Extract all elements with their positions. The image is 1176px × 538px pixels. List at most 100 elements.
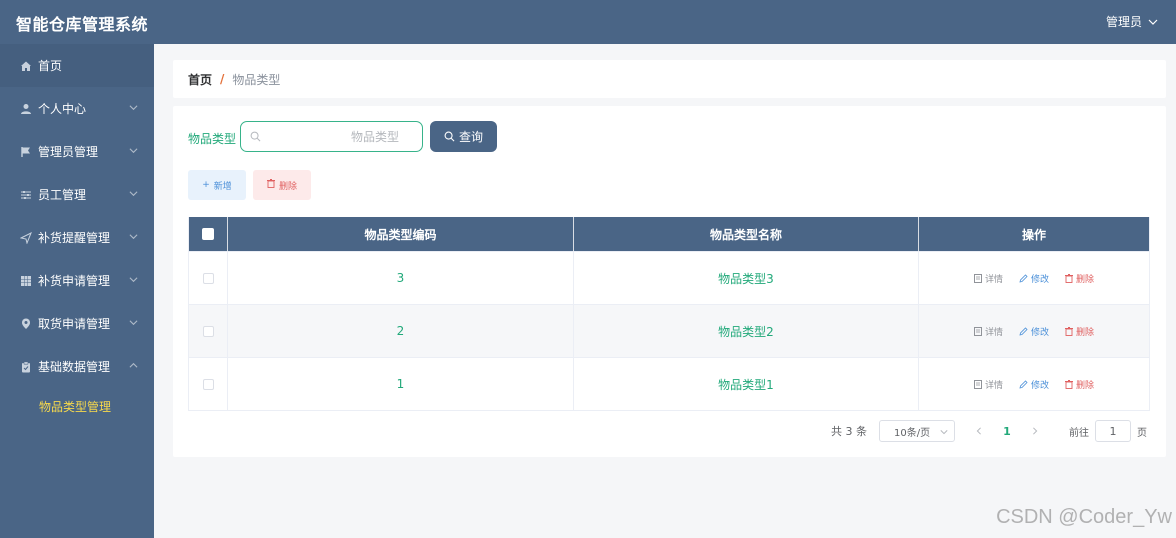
detail-button[interactable]: 详情 [973, 325, 1003, 338]
row-checkbox[interactable] [202, 272, 214, 284]
delete-button[interactable]: 删除 [1065, 272, 1094, 285]
detail-label: 详情 [984, 274, 1003, 285]
trash-icon [1065, 379, 1073, 389]
breadcrumb: 首页 / 物品类型 [173, 60, 1166, 98]
send-icon [20, 231, 32, 244]
page-size-select[interactable]: 10条/页 [879, 420, 955, 442]
table-row: 1 物品类型1 详情 修改 删除 [189, 357, 1149, 410]
sidebar-item-label: 补货提醒管理 [38, 231, 111, 245]
batch-delete-button[interactable]: 删除 [253, 170, 311, 200]
table-row: 2 物品类型2 详情 修改 删除 [189, 304, 1149, 357]
chevron-down-icon [129, 320, 138, 326]
row-checkbox[interactable] [202, 325, 214, 337]
app-title: 智能仓库管理系统 [16, 15, 149, 34]
cell-name: 物品类型2 [574, 305, 919, 357]
sidebar-item-profile[interactable]: 个人中心 [0, 87, 154, 130]
sliders-icon [20, 189, 32, 201]
user-name: 管理员 [1105, 15, 1142, 29]
chevron-down-icon [940, 430, 948, 435]
column-header-name[interactable]: 物品类型名称 [574, 217, 919, 251]
pagination: 共 3 条 10条/页 1 前往 页 [831, 420, 1147, 442]
sidebar-item-admin[interactable]: 管理员管理 [0, 130, 154, 173]
sidebar-item-label: 首页 [38, 59, 63, 73]
query-button-label: 查询 [458, 130, 483, 144]
trash-icon [1065, 326, 1073, 336]
goto-unit: 页 [1137, 427, 1147, 439]
edit-icon [1019, 273, 1028, 283]
sidebar-item-home[interactable]: 首页 [0, 44, 154, 87]
chevron-up-icon [129, 362, 138, 368]
delete-label: 删除 [1076, 327, 1095, 338]
flag-icon [20, 146, 32, 158]
row-checkbox-cell [189, 358, 228, 410]
cell-code: 2 [228, 305, 574, 357]
trash-icon [1065, 273, 1073, 283]
page-number-current[interactable]: 1 [993, 425, 1021, 438]
edit-button[interactable]: 修改 [1019, 272, 1049, 285]
add-button[interactable]: + 新增 [188, 170, 246, 200]
search-field[interactable] [240, 121, 423, 152]
document-icon [973, 379, 982, 389]
delete-button[interactable]: 删除 [1065, 325, 1094, 338]
delete-button[interactable]: 删除 [1065, 378, 1094, 391]
search-label: 物品类型 [188, 132, 237, 146]
cell-ops: 详情 修改 删除 [919, 358, 1149, 410]
chevron-right-icon [1033, 427, 1038, 435]
delete-button-label: 删除 [278, 181, 297, 192]
chevron-left-icon [976, 427, 981, 435]
search-icon [444, 131, 455, 142]
home-icon [20, 60, 32, 72]
edit-label: 修改 [1030, 380, 1049, 391]
cell-ops: 详情 修改 删除 [919, 305, 1149, 357]
edit-button[interactable]: 修改 [1019, 378, 1049, 391]
clipboard-icon [20, 361, 32, 373]
select-all-cell [189, 217, 228, 251]
row-checkbox[interactable] [202, 378, 214, 390]
search-input[interactable] [269, 128, 419, 146]
detail-button[interactable]: 详情 [973, 272, 1003, 285]
user-menu[interactable]: 管理员 [1106, 13, 1158, 30]
sidebar-item-label: 员工管理 [38, 188, 87, 202]
sidebar-item-restock-request[interactable]: 补货申请管理 [0, 259, 154, 302]
sidebar-item-pickup-request[interactable]: 取货申请管理 [0, 302, 154, 345]
top-bar: 智能仓库管理系统 管理员 [0, 0, 1176, 44]
page-size-value: 10条/页 [894, 427, 931, 439]
chevron-down-icon [129, 105, 138, 111]
document-icon [973, 273, 982, 283]
breadcrumb-current: 物品类型 [232, 72, 281, 87]
cell-name: 物品类型1 [574, 358, 919, 410]
cell-ops: 详情 修改 删除 [919, 252, 1149, 304]
next-page-button[interactable] [1021, 427, 1049, 435]
sidebar-subitem-item-type[interactable]: 物品类型管理 [0, 388, 154, 424]
sidebar-item-restock-reminder[interactable]: 补货提醒管理 [0, 216, 154, 259]
sidebar-item-base-data[interactable]: 基础数据管理 [0, 345, 154, 388]
table-header: 物品类型编码 物品类型名称 操作 [189, 217, 1149, 251]
edit-button[interactable]: 修改 [1019, 325, 1049, 338]
sidebar-item-staff[interactable]: 员工管理 [0, 173, 154, 216]
column-header-ops: 操作 [1021, 227, 1046, 242]
table-body: 3 物品类型3 详情 修改 删除 2 物品类型2 详情 修改 删除 1 物品类型… [189, 251, 1149, 410]
chevron-down-icon [129, 148, 138, 154]
chevron-down-icon [129, 234, 138, 240]
edit-label: 修改 [1030, 274, 1049, 285]
item-type-table: 物品类型编码 物品类型名称 操作 3 物品类型3 详情 修改 删除 2 物品类型… [188, 217, 1150, 411]
add-button-label: 新增 [213, 181, 232, 192]
select-all-checkbox[interactable] [202, 228, 214, 240]
detail-button[interactable]: 详情 [973, 378, 1003, 391]
location-icon [20, 318, 32, 330]
search-icon [250, 131, 261, 142]
chevron-down-icon [129, 191, 138, 197]
column-header-code[interactable]: 物品类型编码 [228, 217, 574, 251]
query-button[interactable]: 查询 [430, 121, 497, 152]
breadcrumb-home[interactable]: 首页 [188, 71, 212, 88]
prev-page-button[interactable] [965, 427, 993, 435]
goto-page-input[interactable] [1095, 420, 1131, 442]
row-checkbox-cell [189, 305, 228, 357]
goto-label: 前往 [1069, 427, 1089, 439]
sidebar: 首页 个人中心 管理员管理 员工管理 补货提醒管理 补货申请管理 取货申请管理 … [0, 44, 154, 538]
sidebar-item-label: 取货申请管理 [38, 317, 111, 331]
pagination-total: 共 3 条 [831, 425, 867, 438]
cell-code: 3 [228, 252, 574, 304]
edit-label: 修改 [1030, 327, 1049, 338]
watermark: CSDN @Coder_Yw [996, 506, 1172, 528]
